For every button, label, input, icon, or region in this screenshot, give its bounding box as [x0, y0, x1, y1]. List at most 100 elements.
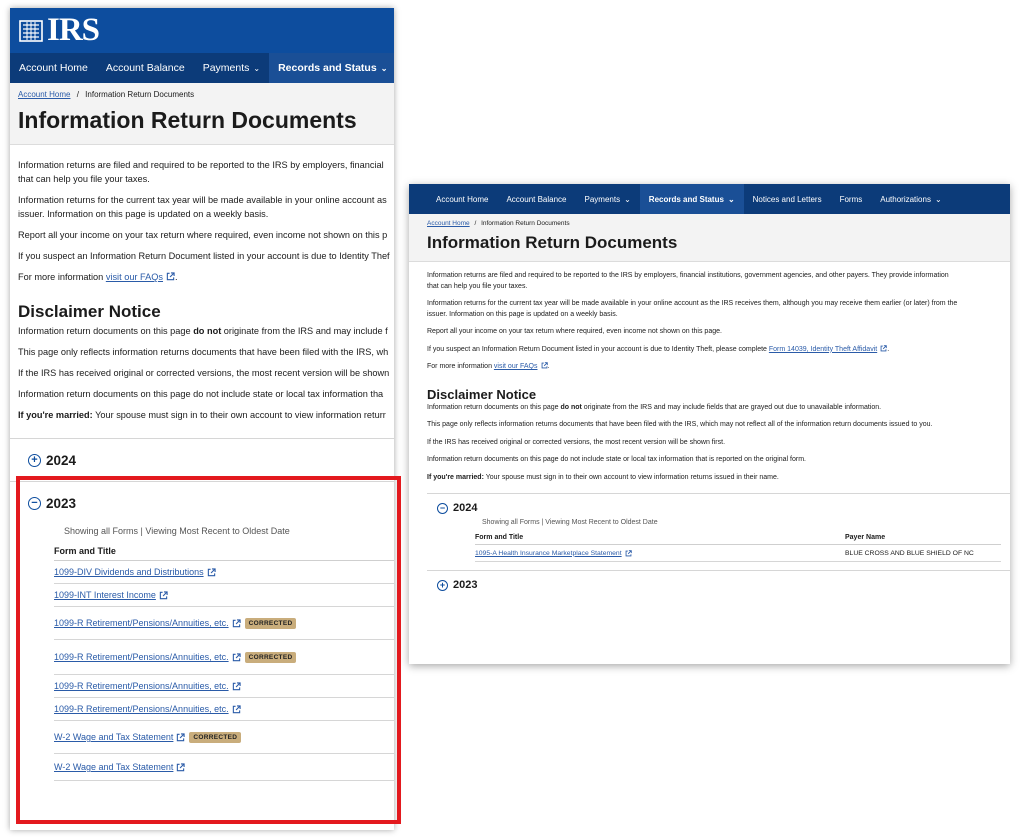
intro-p1-line2: that can help you file your taxes. [18, 174, 150, 184]
breadcrumb-separator: / [76, 90, 79, 99]
nav-item-label: Notices and Letters [752, 194, 822, 204]
corrected-badge: CORRECTED [244, 651, 297, 663]
chevron-down-icon: ⌄ [624, 194, 631, 204]
main-content: Information returns are filed and requir… [10, 158, 394, 422]
form-link[interactable]: 1095-A Health Insurance Marketplace Stat… [475, 550, 622, 557]
column-payer-name: Payer Name [845, 534, 886, 541]
main-nav: Account Home Account Balance Payments ⌄ Reco… [10, 53, 394, 83]
faq-prefix: For more information [427, 363, 494, 370]
table-row: W-2 Wage and Tax Statement [54, 754, 394, 781]
external-link-icon [232, 652, 241, 661]
nav-item-payments[interactable]: Payments ⌄ [194, 53, 269, 83]
left-screenshot: IRS Account Home Account Balance Payments ⌄… [10, 8, 394, 830]
breadcrumb-home-link[interactable]: Account Home [427, 220, 470, 227]
accordion-2023[interactable]: + 2023 [427, 570, 1010, 599]
collapse-minus-icon: − [437, 502, 448, 514]
corrected-badge: CORRECTED [244, 617, 297, 629]
form-14039-link[interactable]: Form 14039, Identity Theft Affidavit [769, 346, 877, 353]
married-note: If you're married: Your spouse must sign… [18, 408, 394, 422]
intro-paragraph-3: Report all your income on your tax retur… [427, 328, 722, 335]
faq-link[interactable]: visit our FAQs [106, 272, 163, 282]
accordion-2023[interactable]: − 2023 [10, 482, 394, 524]
nav-item-account-balance[interactable]: Account Balance [97, 53, 194, 83]
disclaimer-d1-prefix: Information return documents on this pag… [427, 403, 561, 411]
disclaimer-d1-suffix: originate from the IRS and may include f… [581, 403, 882, 411]
disclaimer-heading: Disclaimer Notice [427, 386, 537, 402]
payer-name: BLUE CROSS AND BLUE SHIELD OF NC [845, 549, 974, 557]
table-row: 1099-R Retirement/Pensions/Annuities, et… [54, 698, 394, 721]
intro-p2-line2: issuer. Information on this page is upda… [18, 209, 269, 219]
form-link[interactable]: 1099-R Retirement/Pensions/Annuities, et… [54, 681, 229, 691]
irs-header: IRS [10, 8, 394, 53]
forms-table-2023: 1099-DIV Dividends and Distributions 1099… [10, 561, 394, 781]
chevron-down-icon: ⌄ [253, 63, 261, 73]
right-screenshot: Account Home Account Balance Payments ⌄ Reco… [409, 184, 1010, 664]
title-band: Account Home / Information Return Docume… [10, 83, 394, 145]
nav-item-records-and-status[interactable]: Records and Status ⌄ [639, 184, 744, 214]
year-accordion-zoomed: − 2024 Showing all Forms | Viewing Most … [427, 493, 1010, 599]
faq-prefix: For more information [18, 272, 106, 282]
irs-logo-text: IRS [47, 12, 100, 48]
title-band-zoomed: Account Home / Information Return Docume… [409, 214, 1010, 262]
table-row: 1099-DIV Dividends and Distributions [54, 561, 394, 584]
irs-logo[interactable]: IRS [18, 12, 100, 48]
intro-paragraph-3: Report all your income on your tax retur… [18, 230, 388, 240]
external-link-icon [232, 681, 241, 690]
corrected-badge: CORRECTED [189, 731, 242, 743]
irs-eagle-icon [19, 19, 43, 42]
form-link[interactable]: 1099-R Retirement/Pensions/Annuities, et… [54, 704, 229, 714]
disclaimer-line-1: Information return documents on this pag… [427, 403, 1010, 414]
form-link[interactable]: 1099-INT Interest Income [54, 590, 156, 600]
form-link[interactable]: W-2 Wage and Tax Statement [54, 732, 173, 742]
year-label-2023: 2023 [46, 495, 77, 511]
faq-paragraph: For more information visit our FAQs. [427, 362, 550, 370]
nav-item-label: Account Home [19, 62, 88, 74]
form-link[interactable]: W-2 Wage and Tax Statement [54, 762, 173, 772]
nav-item-account-home[interactable]: Account Home [10, 53, 97, 83]
intro-paragraph-1: Information returns are filed and requir… [427, 271, 1010, 292]
external-link-icon [625, 549, 632, 556]
breadcrumb-current: Information Return Documents [85, 90, 195, 99]
nav-item-forms[interactable]: Forms [831, 184, 872, 214]
year-label-2024: 2024 [453, 502, 478, 514]
married-text: Your spouse must sign in to their own ac… [92, 410, 386, 420]
nav-item-label: Records and Status [278, 62, 377, 74]
intro-paragraph-2: Information returns for the current tax … [18, 193, 394, 221]
table-header: Form and Title Payer Name [475, 526, 1001, 545]
nav-item-label: Payments [202, 62, 250, 74]
page-title: Information Return Documents [18, 107, 357, 133]
nav-item-account-balance[interactable]: Account Balance [497, 184, 575, 214]
disclaimer-line-4: Information return documents on this pag… [18, 389, 384, 399]
nav-item-label: Records and Status [648, 194, 724, 204]
married-note: If you're married: Your spouse must sign… [427, 473, 1010, 484]
accordion-2024[interactable]: + 2024 [10, 439, 394, 482]
married-text: Your spouse must sign in to their own ac… [483, 473, 779, 481]
form-link[interactable]: 1099-R Retirement/Pensions/Annuities, et… [54, 652, 229, 662]
faq-link[interactable]: visit our FAQs [494, 363, 538, 370]
disclaimer-line-3: If the IRS has received original or corr… [18, 368, 390, 378]
year-label-2023: 2023 [453, 579, 478, 591]
table-header: Form and Title [54, 536, 394, 561]
nav-item-label: Account Balance [506, 194, 567, 204]
nav-item-notices-and-letters[interactable]: Notices and Letters [744, 184, 831, 214]
nav-item-records-and-status[interactable]: Records and Status ⌄ [269, 53, 394, 83]
nav-item-payments[interactable]: Payments ⌄ [576, 184, 640, 214]
table-row: 1099-R Retirement/Pensions/Annuities, et… [54, 607, 394, 640]
accordion-2024[interactable]: − 2024 [427, 494, 1010, 522]
main-content-zoomed: Information returns are filed and requir… [409, 271, 1010, 483]
year-accordion: + 2024 − 2023 Showing all Forms | Viewin… [10, 438, 394, 781]
external-link-icon [541, 362, 548, 369]
form-link[interactable]: 1099-R Retirement/Pensions/Annuities, et… [54, 618, 229, 628]
nav-item-authorizations[interactable]: Authorizations ⌄ [871, 184, 950, 214]
intro-p2-line1: Information returns for the current tax … [427, 300, 958, 307]
external-link-icon [232, 704, 241, 713]
expand-plus-icon: + [437, 579, 448, 591]
nav-item-account-home[interactable]: Account Home [427, 184, 497, 214]
page-title-zoomed: Information Return Documents [427, 233, 678, 252]
disclaimer-d1-bold: do not [193, 326, 222, 336]
form-link[interactable]: 1099-DIV Dividends and Distributions [54, 567, 204, 577]
breadcrumb-home-link[interactable]: Account Home [18, 90, 70, 99]
column-form-and-title: Form and Title [54, 546, 116, 556]
intro-paragraph-2: Information returns for the current tax … [427, 299, 1010, 320]
external-link-icon [177, 762, 186, 771]
